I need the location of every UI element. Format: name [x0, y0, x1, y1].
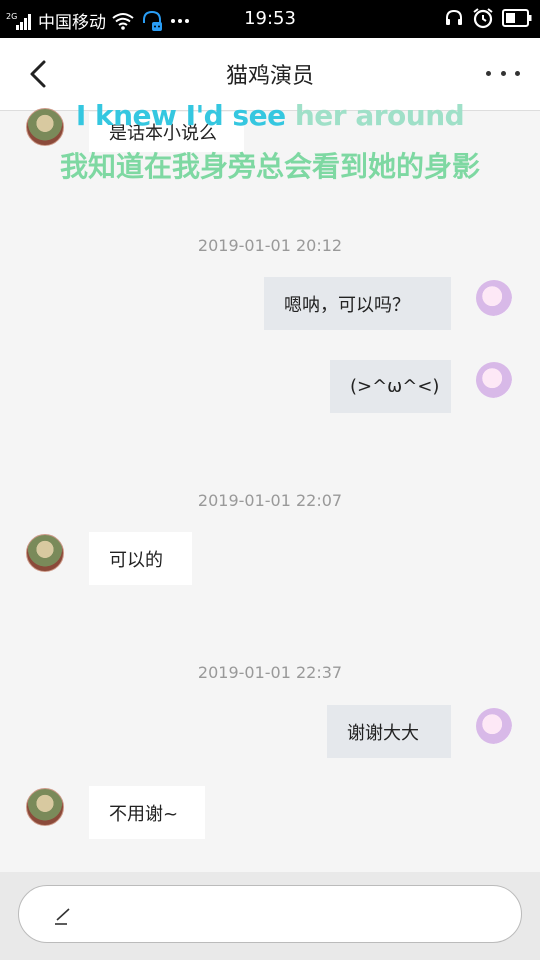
message-text: 可以的 — [109, 549, 163, 571]
message-timestamp: 2019-01-01 22:37 — [197, 663, 343, 682]
subtitle-english-highlight: I knew I'd see — [75, 99, 286, 132]
chat-title: 猫鸡演员 — [225, 64, 314, 89]
message-input[interactable] — [18, 885, 522, 943]
subtitle-english-rest: her around — [285, 99, 465, 132]
message-bubble-sent: 谢谢大大 — [327, 705, 451, 758]
message-text: 不用谢~ — [109, 803, 179, 825]
message-text: 嗯呐，可以吗？ — [284, 294, 410, 316]
message-bubble-received: 可以的 — [89, 532, 192, 585]
message-timestamp: 2019-01-01 22:07 — [197, 491, 343, 510]
status-bar: 2G 中国移动 19:53 — [0, 0, 540, 38]
pen-icon — [55, 908, 70, 925]
message-timestamp: 2019-01-01 20:12 — [197, 236, 343, 255]
contact-avatar[interactable] — [26, 534, 64, 572]
contact-avatar[interactable] — [26, 788, 64, 826]
input-bar — [0, 872, 540, 960]
message-bubble-sent: 嗯呐，可以吗？ — [264, 277, 451, 330]
message-text: (>^ω^<) — [350, 376, 440, 397]
self-avatar[interactable] — [476, 280, 512, 316]
more-button[interactable] — [486, 64, 520, 82]
message-bubble-received: 不用谢~ — [89, 786, 205, 839]
self-avatar[interactable] — [476, 708, 512, 744]
subtitle-chinese: 我知道在我身旁总会看到她的身影 — [59, 150, 480, 183]
subtitle-english: I knew I'd see her around — [0, 99, 540, 132]
message-text: 谢谢大大 — [347, 722, 419, 744]
status-right — [444, 7, 532, 29]
more-dots-icon — [486, 70, 491, 76]
self-avatar[interactable] — [476, 362, 512, 398]
headphone-icon — [446, 9, 462, 25]
message-bubble-sent: (>^ω^<) — [330, 360, 451, 413]
alarm-icon — [473, 8, 493, 29]
battery-icon — [502, 9, 532, 27]
